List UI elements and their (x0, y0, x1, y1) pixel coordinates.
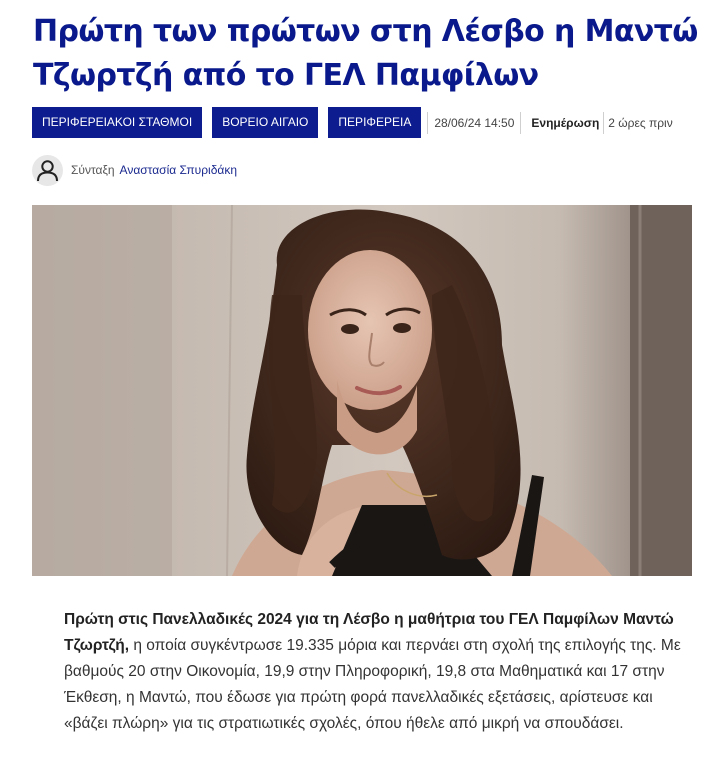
author-byline: Σύνταξη Αναστασία Σπυριδάκη (32, 154, 237, 186)
tag-region[interactable]: ΠΕΡΙΦΕΡΕΙΑ (328, 107, 422, 138)
user-icon (32, 154, 63, 186)
article-body: Πρώτη στις Πανελλαδικές 2024 για τη Λέσβ… (64, 607, 684, 737)
updated-time-ago: 2 ώρες πριν (603, 111, 673, 134)
updated-label: Ενημέρωση (520, 111, 603, 134)
article-hero-image (32, 205, 692, 576)
author-label: Σύνταξη (71, 163, 115, 177)
tag-north-aegean[interactable]: ΒΟΡΕΙΟ ΑΙΓΑΙΟ (212, 107, 319, 138)
publish-date: 28/06/24 14:50 (427, 111, 520, 134)
author-link[interactable]: Αναστασία Σπυριδάκη (120, 163, 237, 177)
article-title: Πρώτη των πρώτων στη Λέσβο η Μαντώ Τζωρτ… (33, 14, 698, 93)
tag-regional-stations[interactable]: ΠΕΡΙΦΕΡΕΙΑΚΟΙ ΣΤΑΘΜΟΙ (32, 107, 203, 138)
article-lead-text: η οποία συγκέντρωσε 19.335 μόρια και περ… (64, 637, 681, 732)
article-meta: ΠΕΡΙΦΕΡΕΙΑΚΟΙ ΣΤΑΘΜΟΙ ΒΟΡΕΙΟ ΑΙΓΑΙΟ ΠΕΡΙ… (32, 107, 673, 138)
